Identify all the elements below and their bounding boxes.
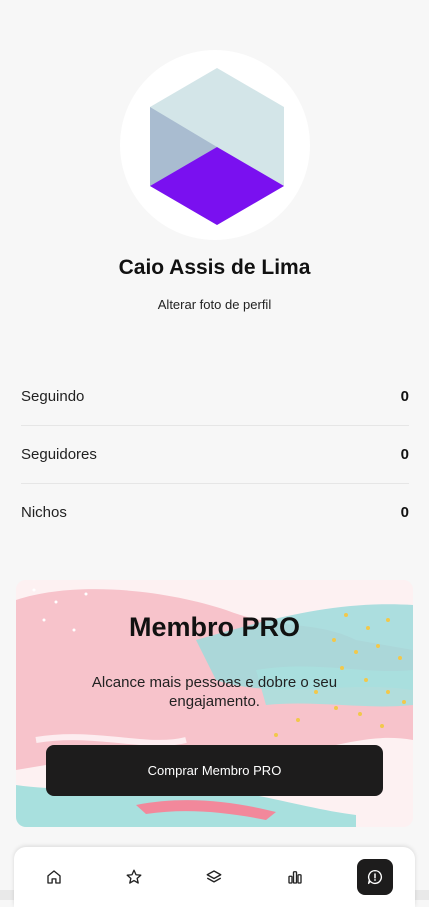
nav-home[interactable] — [36, 859, 72, 895]
bottom-navigation — [14, 847, 415, 907]
pro-member-card: Membro PRO Alcance mais pessoas e dobre … — [16, 580, 413, 827]
stat-row-following[interactable]: Seguindo 0 — [21, 368, 409, 426]
stat-row-followers[interactable]: Seguidores 0 — [21, 426, 409, 484]
stat-value: 0 — [400, 388, 409, 405]
nav-chat-active[interactable] — [356, 859, 393, 895]
avatar-hexagon-logo — [150, 68, 284, 225]
bar-chart-icon — [287, 871, 302, 884]
stat-row-niches[interactable]: Nichos 0 — [21, 484, 409, 541]
chat-alert-icon — [367, 869, 382, 885]
promo-title: Membro PRO — [128, 612, 301, 642]
stat-label: Seguidores — [21, 446, 97, 463]
avatar[interactable] — [120, 50, 310, 240]
star-icon — [126, 869, 142, 884]
layers-icon — [207, 870, 222, 883]
stat-value: 0 — [400, 446, 409, 463]
change-photo-link[interactable]: Alterar foto de perfil — [0, 297, 429, 312]
promo-description: Alcance mais pessoas e dobre o seu engaj… — [91, 674, 338, 710]
stat-label: Nichos — [21, 504, 67, 521]
nav-layers[interactable] — [196, 859, 232, 895]
nav-stats[interactable] — [277, 859, 313, 895]
home-icon — [47, 870, 61, 884]
buy-pro-button[interactable]: Comprar Membro PRO — [46, 745, 383, 796]
nav-favorites[interactable] — [116, 859, 152, 895]
stat-label: Seguindo — [21, 388, 85, 405]
stat-value: 0 — [400, 504, 409, 521]
profile-name: Caio Assis de Lima — [118, 256, 311, 279]
stats-list: Seguindo 0 Seguidores 0 Nichos 0 — [21, 368, 409, 541]
